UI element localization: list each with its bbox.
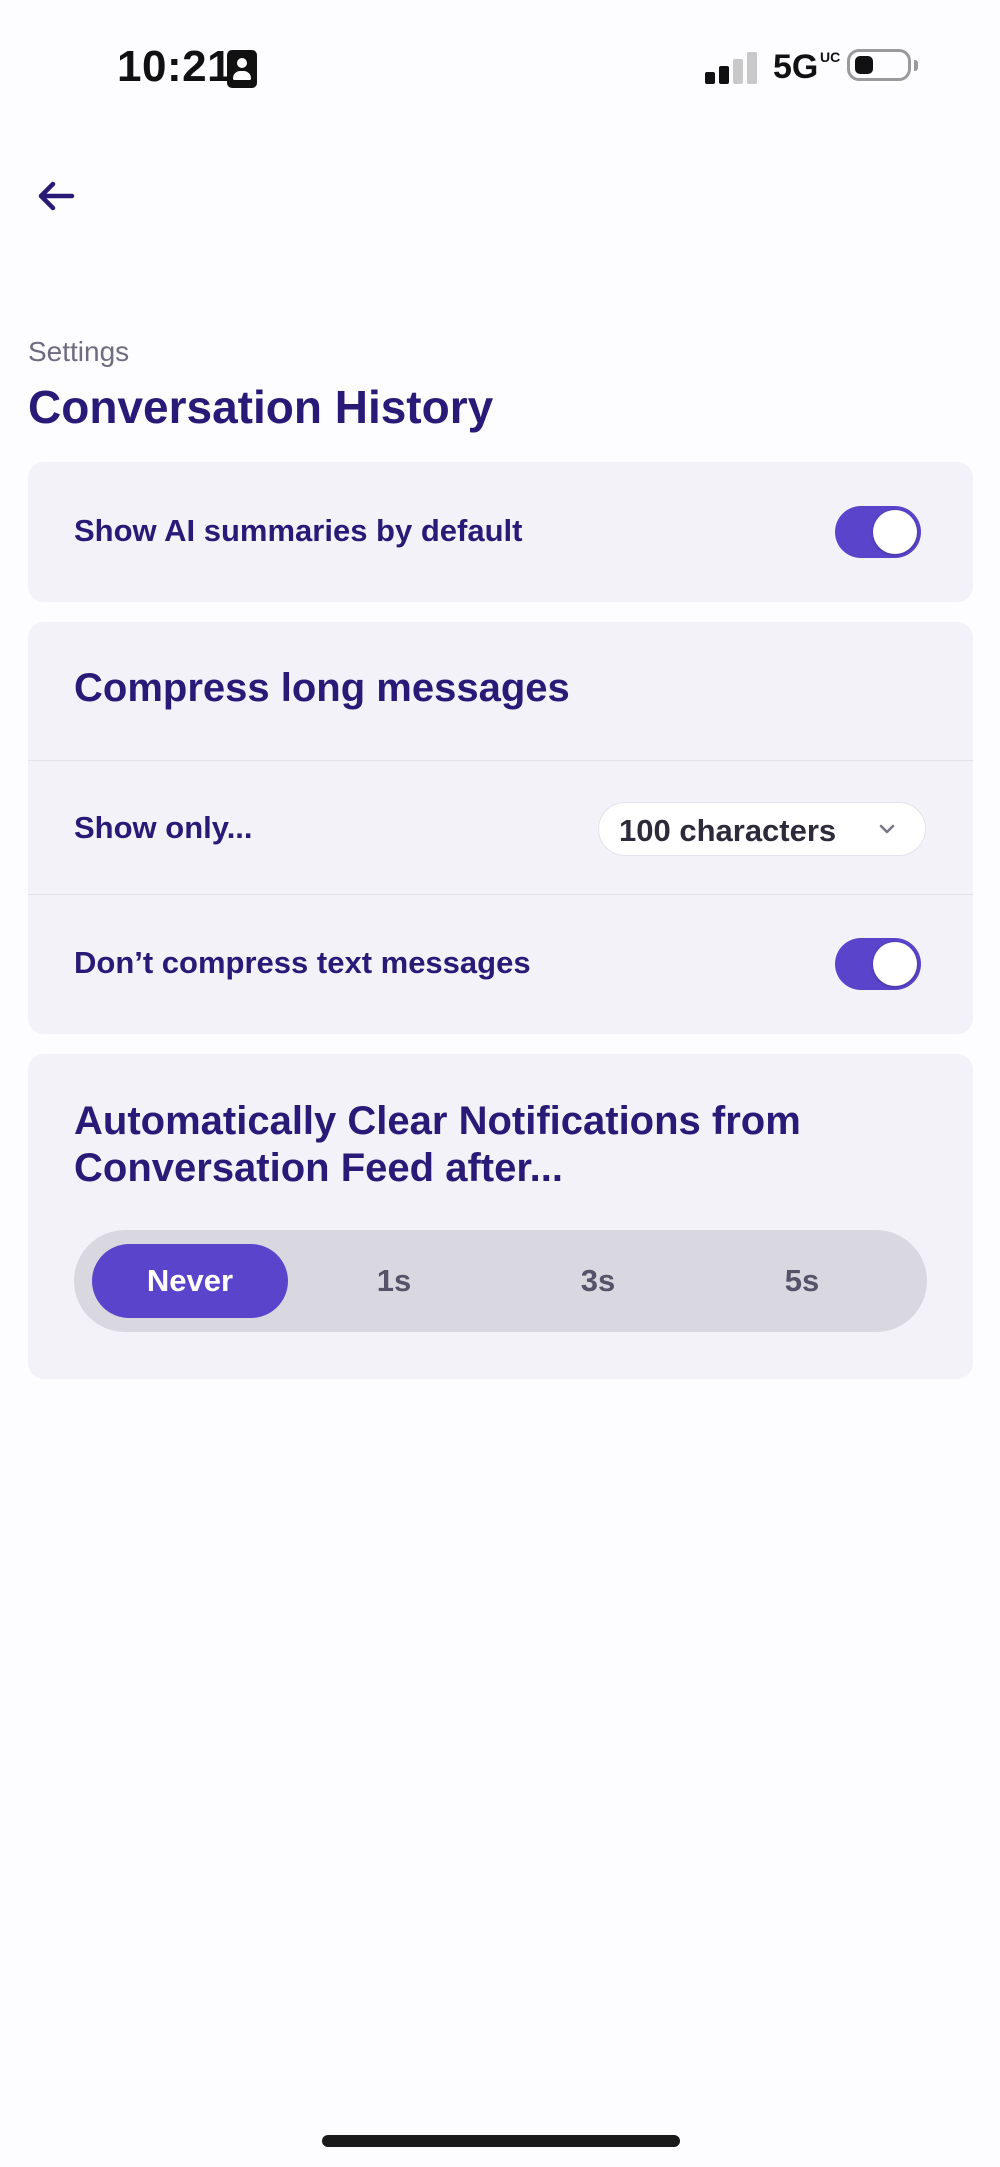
network-label: 5G bbox=[773, 48, 819, 86]
show-only-select[interactable]: 100 characters bbox=[598, 802, 926, 856]
toggle-knob bbox=[873, 510, 917, 554]
network-badge: UC bbox=[820, 49, 841, 65]
segment-3s[interactable]: 3s bbox=[500, 1244, 696, 1318]
text-messages-toggle[interactable] bbox=[835, 938, 921, 990]
ai-summaries-toggle[interactable] bbox=[835, 506, 921, 558]
show-only-label: Show only... bbox=[74, 810, 253, 845]
status-time: 10:21 bbox=[117, 42, 233, 91]
segment-5s[interactable]: 5s bbox=[704, 1244, 900, 1318]
divider bbox=[28, 760, 973, 761]
compress-card: Compress long messages Show only... 100 … bbox=[28, 622, 973, 1034]
page-title: Conversation History bbox=[28, 381, 494, 433]
ai-summaries-label: Show AI summaries by default bbox=[74, 513, 523, 548]
text-messages-label: Don’t compress text messages bbox=[74, 945, 531, 980]
back-button[interactable] bbox=[36, 180, 96, 230]
auto-clear-title: Automatically Clear Notifications from C… bbox=[74, 1098, 801, 1192]
divider bbox=[28, 894, 973, 895]
home-indicator[interactable] bbox=[322, 2135, 680, 2147]
auto-clear-card: Automatically Clear Notifications from C… bbox=[28, 1054, 973, 1379]
battery-icon bbox=[847, 49, 918, 81]
auto-clear-title-line2: Conversation Feed after... bbox=[74, 1146, 564, 1190]
arrow-left-icon bbox=[38, 181, 75, 211]
auto-clear-title-line1: Automatically Clear Notifications from bbox=[74, 1099, 801, 1143]
ai-summaries-card: Show AI summaries by default bbox=[28, 462, 973, 602]
auto-clear-segmented-control: Never 1s 3s 5s bbox=[74, 1230, 927, 1332]
signal-icon bbox=[705, 52, 759, 84]
contact-card-icon bbox=[227, 50, 257, 88]
segment-never[interactable]: Never bbox=[92, 1244, 288, 1318]
show-only-value: 100 characters bbox=[619, 813, 837, 848]
toggle-knob bbox=[873, 942, 917, 986]
compress-title: Compress long messages bbox=[74, 666, 570, 710]
status-bar: 10:21 5G UC bbox=[0, 0, 1000, 130]
breadcrumb: Settings bbox=[28, 336, 130, 367]
segment-1s[interactable]: 1s bbox=[296, 1244, 492, 1318]
chevron-down-icon bbox=[879, 824, 895, 834]
